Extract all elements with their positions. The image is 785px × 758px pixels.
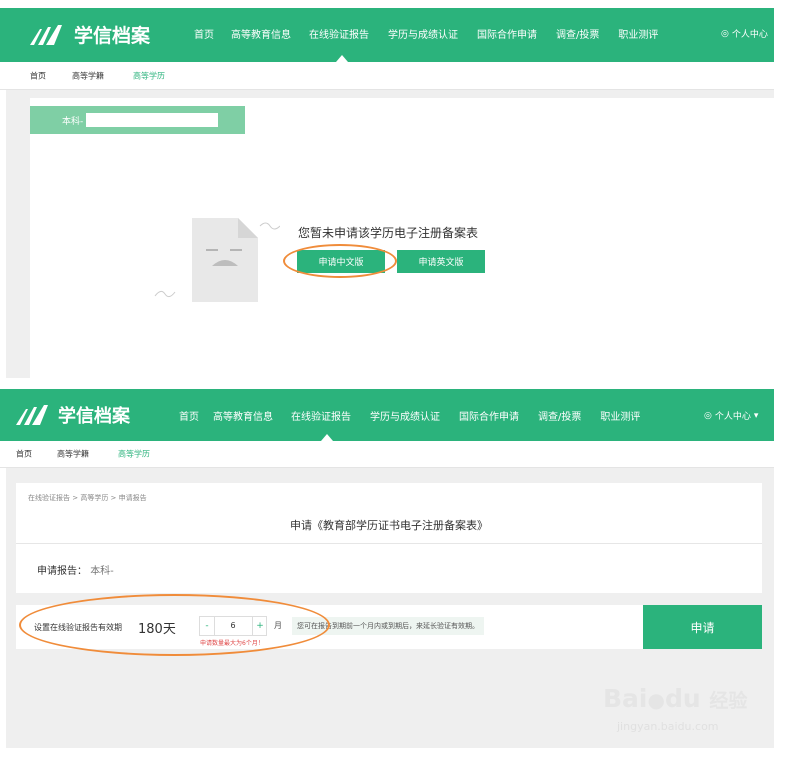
top-screenshot: 学信档案 首页 高等教育信息 在线验证报告 学历与成绩认证 国际合作申请 调查/… — [0, 8, 774, 378]
logo-text: 学信档案 — [74, 25, 151, 47]
top-card: 本科- 您暂未申请该学历电子注册备案表 申请中文版 申请英文版 — [30, 98, 774, 378]
page-title: 申请《教育部学历证书电子注册备案表》 — [290, 519, 488, 532]
redacted-block — [86, 113, 218, 127]
nav-home[interactable]: 首页 — [194, 26, 214, 41]
top-logo[interactable]: 学信档案 — [28, 21, 150, 48]
stepper-plus-button[interactable]: + — [252, 617, 267, 635]
badge-text: 本科- — [62, 117, 84, 127]
report-row: 申请报告： 本科- — [37, 562, 114, 577]
validity-label: 设置在线验证报告有效期 — [34, 623, 122, 632]
active-nav-indicator — [336, 55, 348, 62]
nav-online-report[interactable]: 在线验证报告 — [291, 408, 351, 423]
apply-submit-button[interactable]: 申请 — [643, 605, 762, 649]
apply-chinese-button[interactable]: 申请中文版 — [297, 250, 385, 273]
month-unit: 月 — [274, 621, 282, 630]
subnav-enrollment[interactable]: 高等学籍 — [72, 70, 104, 81]
caret-down-icon: ▾ — [753, 410, 759, 421]
logo-icon — [16, 405, 48, 425]
bottom-header: 学信档案 首页 高等教育信息 在线验证报告 学历与成绩认证 国际合作申请 调查/… — [0, 389, 774, 441]
top-main-nav: 首页 高等教育信息 在线验证报告 学历与成绩认证 国际合作申请 调查/投票 职业… — [194, 26, 658, 41]
bottom-user-menu[interactable]: ◎ 个人中心 ▾ — [704, 409, 759, 423]
nav-higher-education[interactable]: 高等教育信息 — [213, 408, 273, 423]
renewal-hint: 您可在报告到期前一个月内或到期后，来延长验证有效期。 — [292, 617, 484, 635]
bottom-main-nav: 首页 高等教育信息 在线验证报告 学历与成绩认证 国际合作申请 调查/投票 职业… — [179, 408, 640, 423]
watermark-brand-du: du — [664, 684, 701, 713]
user-icon: ◎ — [704, 410, 712, 421]
nav-career-test[interactable]: 职业测评 — [600, 408, 640, 423]
max-months-note: 申请数量最大为6个月！ — [200, 640, 264, 647]
nav-survey[interactable]: 调查/投票 — [538, 408, 581, 423]
nav-survey[interactable]: 调查/投票 — [556, 26, 599, 41]
stepper-minus-button[interactable]: - — [200, 617, 215, 635]
subnav-degree[interactable]: 高等学历 — [133, 70, 165, 81]
nav-career-test[interactable]: 职业测评 — [618, 26, 658, 41]
divider — [16, 543, 762, 544]
user-icon: ◎ — [721, 28, 729, 39]
bottom-logo[interactable]: 学信档案 — [14, 402, 130, 428]
report-header-card: 在线验证报告 > 高等学历 > 申请报告 申请《教育部学历证书电子注册备案表》 … — [16, 483, 762, 593]
subnav-home[interactable]: 首页 — [16, 449, 32, 460]
logo-text: 学信档案 — [58, 406, 130, 427]
nav-home[interactable]: 首页 — [179, 408, 199, 423]
top-user-menu[interactable]: ◎ 个人中心 — [721, 27, 768, 41]
empty-document-illustration — [154, 218, 280, 302]
bottom-subnav: 首页 高等学籍 高等学历 — [0, 441, 774, 468]
watermark-url: jingyan.baidu.com — [617, 720, 719, 733]
month-stepper: - 6 + — [199, 616, 267, 636]
report-label: 申请报告： — [37, 566, 87, 577]
report-value: 本科- — [90, 566, 114, 577]
empty-message: 您暂未申请该学历电子注册备案表 — [298, 226, 479, 240]
subnav-home[interactable]: 首页 — [30, 70, 46, 81]
subnav-degree[interactable]: 高等学历 — [118, 449, 150, 460]
baidu-watermark: Bai●du 经验 jingyan.baidu.com — [603, 684, 773, 750]
watermark-brand-bai: Bai — [603, 684, 648, 713]
nav-international[interactable]: 国际合作申请 — [459, 408, 519, 423]
stepper-value-input[interactable]: 6 — [215, 617, 251, 635]
nav-online-report[interactable]: 在线验证报告 — [309, 26, 369, 41]
top-subnav: 首页 高等学籍 高等学历 — [0, 62, 774, 90]
nav-higher-education[interactable]: 高等教育信息 — [231, 26, 291, 41]
subnav-enrollment[interactable]: 高等学籍 — [57, 449, 89, 460]
watermark-brand: Bai●du 经验 — [603, 684, 747, 713]
logo-icon — [30, 24, 62, 45]
apply-english-button[interactable]: 申请英文版 — [397, 250, 485, 273]
breadcrumb: 在线验证报告 > 高等学历 > 申请报告 — [28, 494, 147, 502]
nav-certification[interactable]: 学历与成绩认证 — [370, 408, 440, 423]
validity-days: 180天 — [138, 622, 176, 637]
top-header: 学信档案 首页 高等教育信息 在线验证报告 学历与成绩认证 国际合作申请 调查/… — [0, 8, 774, 62]
nav-international[interactable]: 国际合作申请 — [477, 26, 537, 41]
user-label: 个人中心 — [714, 412, 751, 422]
degree-badge[interactable]: 本科- — [30, 106, 245, 134]
paw-icon: ● — [647, 688, 665, 712]
nav-certification[interactable]: 学历与成绩认证 — [388, 26, 458, 41]
user-label: 个人中心 — [731, 30, 768, 40]
active-nav-indicator — [321, 434, 333, 441]
watermark-brand-cn: 经验 — [709, 690, 748, 712]
